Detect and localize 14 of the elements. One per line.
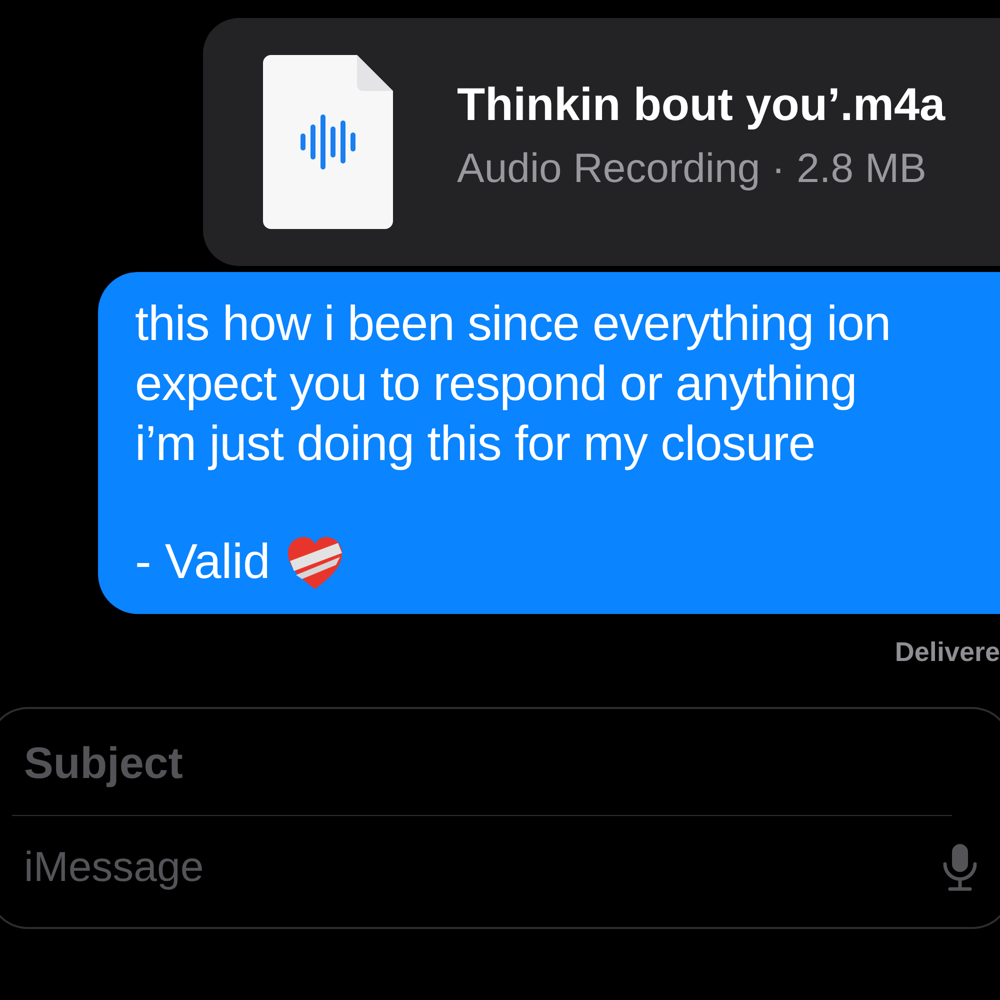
- delivery-status: Delivere: [894, 636, 1000, 669]
- file-details: Audio Recording · 2.8 MB: [457, 144, 928, 194]
- subject-field[interactable]: Subject: [24, 728, 924, 798]
- message-field[interactable]: iMessage: [24, 832, 884, 902]
- audio-attachment[interactable]: Thinkin bout you’.m4a Audio Recording · 2.8 MB: [203, 18, 1000, 266]
- file-name: Thinkin bout you’.m4a: [457, 76, 946, 132]
- microphone-icon[interactable]: [942, 842, 978, 892]
- message-signature: - Valid: [135, 534, 270, 592]
- compose-field[interactable]: Subject iMessage: [0, 706, 1000, 928]
- audio-file-icon: [263, 55, 393, 229]
- message-text: i’m just doing this for my closure: [135, 416, 816, 473]
- bandaged-heart-icon: [286, 535, 344, 591]
- message-text: this how i been since everything ion: [135, 296, 892, 353]
- message-text: expect you to respond or anything: [135, 356, 858, 413]
